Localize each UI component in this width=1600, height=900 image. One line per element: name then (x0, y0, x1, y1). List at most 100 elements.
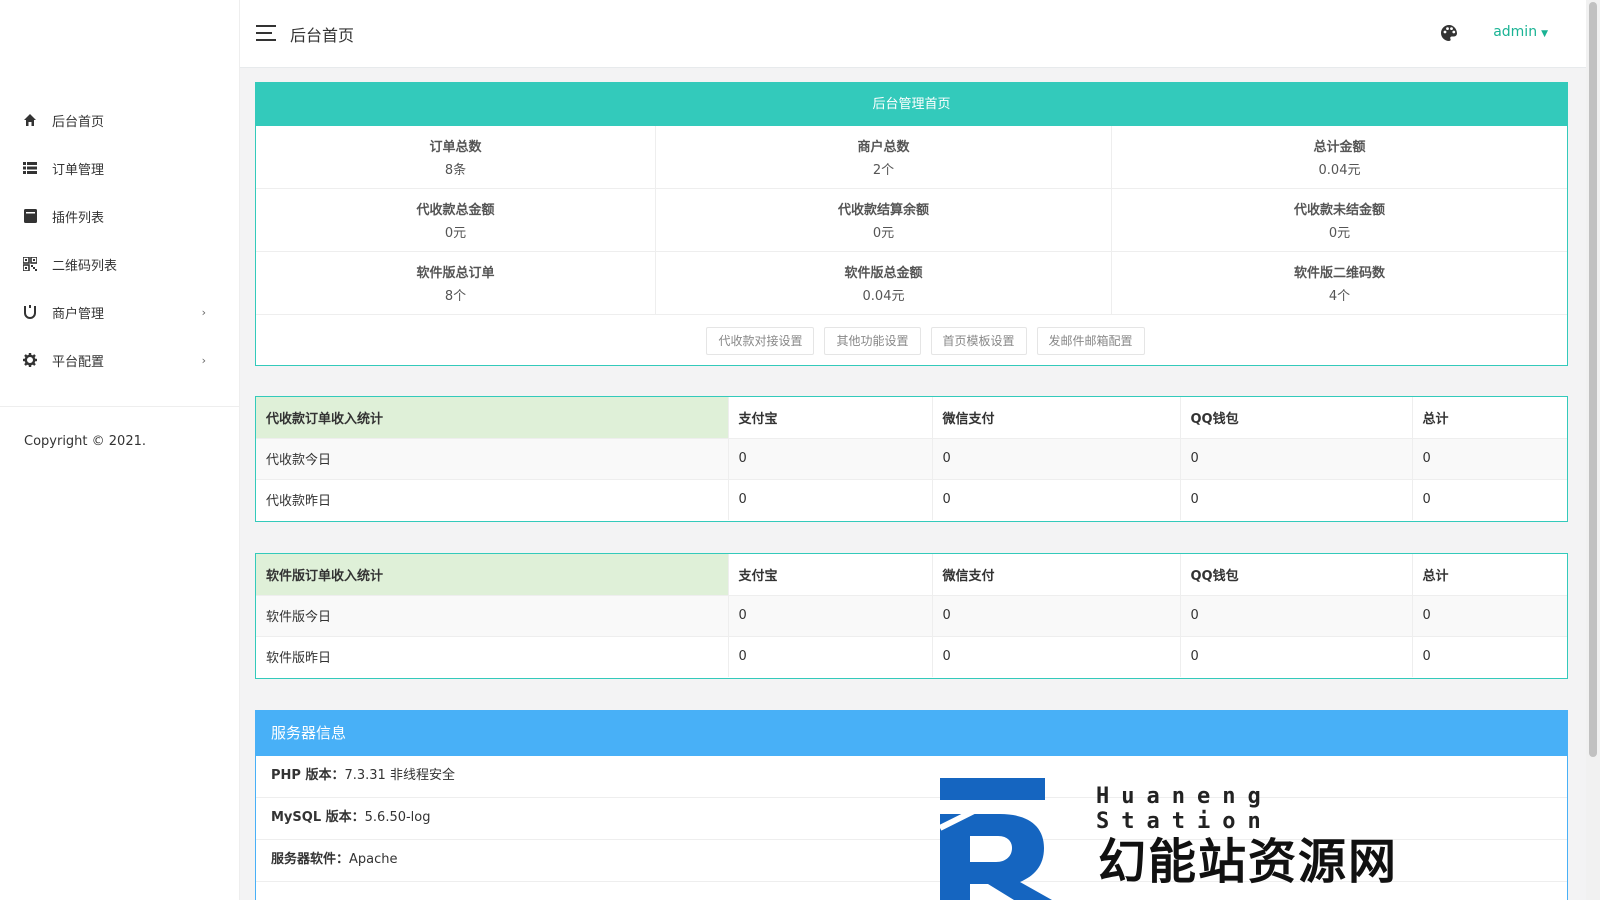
table-header-row: 软件版订单收入统计 支付宝 微信支付 QQ钱包 总计 (256, 554, 1567, 596)
table-cell: 0 (1411, 636, 1567, 677)
stats-grid: 订单总数 8条 商户总数 2个 总计金额 0.04元 代收款总金额 0元 代收款结算余额… (256, 126, 1567, 315)
topbar: 后台首页 admin ▼ (240, 0, 1586, 68)
table-header: 总计 (1411, 554, 1567, 596)
caret-down-icon: ▼ (1541, 29, 1548, 39)
stat-value: 0元 (872, 226, 895, 241)
table-header: 微信支付 (931, 397, 1180, 439)
table-row: 代收款今日 0 0 0 0 (256, 438, 1567, 480)
sidebar-item-label: 插件列表 (52, 210, 105, 226)
table-header: QQ钱包 (1179, 397, 1412, 439)
chevron-right-icon: › (201, 353, 206, 367)
table-cell: 0 (1411, 438, 1567, 480)
table-cell: 0 (727, 595, 932, 637)
stat-cell: 软件版总订单 8个 (256, 252, 656, 315)
table-header: 代收款订单收入统计 (256, 397, 728, 439)
sidebar-nav: 后台首页 订单管理 插件列表 二维码列表 商户管理 › 平台配置 › (0, 96, 240, 384)
sidebar-item-qrcodes[interactable]: 二维码列表 (0, 240, 240, 288)
stat-label: 软件版总金额 (844, 266, 923, 281)
sidebar: 后台首页 订单管理 插件列表 二维码列表 商户管理 › 平台配置 › Copyr… (0, 0, 240, 900)
table-header: 软件版订单收入统计 (256, 554, 728, 596)
user-name: admin (1493, 24, 1538, 40)
stat-label: 订单总数 (429, 140, 482, 155)
table-cell: 0 (1179, 636, 1412, 677)
stat-value: 2个 (872, 163, 895, 178)
table-row: 软件版今日 0 0 0 0 (256, 595, 1567, 637)
table-cell: 0 (1411, 595, 1567, 637)
stat-value: 8个 (444, 289, 467, 304)
collection-income-table: 代收款订单收入统计 支付宝 微信支付 QQ钱包 总计 代收款今日 0 0 0 0… (255, 396, 1568, 522)
sidebar-item-label: 后台首页 (52, 114, 105, 130)
sidebar-item-plugins[interactable]: 插件列表 (0, 192, 240, 240)
stat-label: 代收款总金额 (416, 203, 495, 218)
info-value: 7.3.31 非线程安全 (344, 768, 455, 783)
stat-value: 0.04元 (1318, 163, 1361, 178)
user-menu[interactable]: admin ▼ (1493, 24, 1548, 40)
stat-value: 0.04元 (862, 289, 905, 304)
email-settings-button[interactable]: 发邮件邮箱配置 (1036, 327, 1145, 355)
home-icon (22, 112, 38, 128)
settings-buttons: 代收款对接设置 其他功能设置 首页模板设置 发邮件邮箱配置 (256, 315, 1567, 355)
stat-cell: 代收款结算余额 0元 (656, 189, 1112, 252)
sidebar-item-platform-config[interactable]: 平台配置 › (0, 336, 240, 384)
stat-value: 8条 (444, 163, 467, 178)
stat-label: 商户总数 (857, 140, 910, 155)
info-key: PHP 版本： (271, 768, 345, 783)
table-cell: 软件版昨日 (266, 651, 332, 667)
stat-cell: 总计金额 0.04元 (1112, 126, 1567, 189)
stat-value: 4个 (1328, 289, 1351, 304)
table-cell: 0 (727, 479, 932, 520)
other-settings-button[interactable]: 其他功能设置 (824, 327, 921, 355)
sidebar-item-label: 订单管理 (52, 162, 105, 178)
table-cell: 0 (1179, 595, 1412, 637)
info-value: 5.6.50-log (364, 810, 431, 825)
sidebar-item-label: 二维码列表 (52, 258, 118, 274)
stat-cell: 订单总数 8条 (256, 126, 656, 189)
stat-cell: 软件版总金额 0.04元 (656, 252, 1112, 315)
sidebar-item-merchants[interactable]: 商户管理 › (0, 288, 240, 336)
table-header-row: 代收款订单收入统计 支付宝 微信支付 QQ钱包 总计 (256, 397, 1567, 439)
sidebar-item-label: 平台配置 (52, 354, 105, 370)
dashboard-title: 后台管理首页 (256, 83, 1567, 126)
table-cell: 0 (931, 595, 1180, 637)
table-cell: 0 (931, 636, 1180, 677)
dashboard-panel: 后台管理首页 订单总数 8条 商户总数 2个 总计金额 0.04元 代收款总金额 0元 … (255, 82, 1568, 366)
page-title: 后台首页 (290, 26, 355, 45)
stat-cell: 商户总数 2个 (656, 126, 1112, 189)
table-cell: 0 (1411, 479, 1567, 520)
table-row: 软件版昨日 0 0 0 0 (256, 636, 1567, 677)
info-key: MySQL 版本： (271, 810, 365, 825)
server-info-title: 服务器信息 (256, 711, 1567, 756)
table-header: 支付宝 (727, 554, 932, 596)
table-row: 代收款昨日 0 0 0 0 (256, 479, 1567, 520)
stat-cell: 代收款总金额 0元 (256, 189, 656, 252)
table-header: QQ钱包 (1179, 554, 1412, 596)
stat-value: 0元 (1328, 226, 1351, 241)
copyright: Copyright © 2021. (24, 434, 147, 449)
palette-icon[interactable] (1440, 24, 1458, 42)
table-cell: 0 (1179, 479, 1412, 520)
sidebar-item-label: 商户管理 (52, 306, 105, 322)
stat-cell: 代收款未结金额 0元 (1112, 189, 1567, 252)
table-cell: 0 (1179, 438, 1412, 480)
chevron-right-icon: › (201, 305, 206, 319)
collection-settings-button[interactable]: 代收款对接设置 (706, 327, 815, 355)
sidebar-item-home[interactable]: 后台首页 (0, 96, 240, 144)
sidebar-item-orders[interactable]: 订单管理 (0, 144, 240, 192)
template-settings-button[interactable]: 首页模板设置 (930, 327, 1027, 355)
table-cell: 代收款今日 (256, 438, 728, 480)
info-value: Apache (349, 852, 398, 867)
software-income-table: 软件版订单收入统计 支付宝 微信支付 QQ钱包 总计 软件版今日 0 0 0 0… (255, 553, 1568, 679)
scrollbar-thumb[interactable] (1589, 2, 1597, 757)
site-logo-watermark: Huaneng Station 幻能站资源网 (938, 778, 1460, 900)
table-header: 微信支付 (931, 554, 1180, 596)
stat-label: 总计金额 (1313, 140, 1366, 155)
logo-chinese-text: 幻能站资源网 (1098, 834, 1399, 890)
stat-label: 代收款未结金额 (1293, 203, 1385, 218)
stat-label: 软件版总订单 (416, 266, 495, 281)
table-cell: 0 (727, 636, 932, 677)
stat-label: 代收款结算余额 (837, 203, 929, 218)
table-cell: 0 (931, 479, 1180, 520)
page-scrollbar[interactable] (1586, 0, 1600, 900)
menu-toggle-icon[interactable] (256, 25, 276, 41)
list-icon (22, 160, 38, 176)
